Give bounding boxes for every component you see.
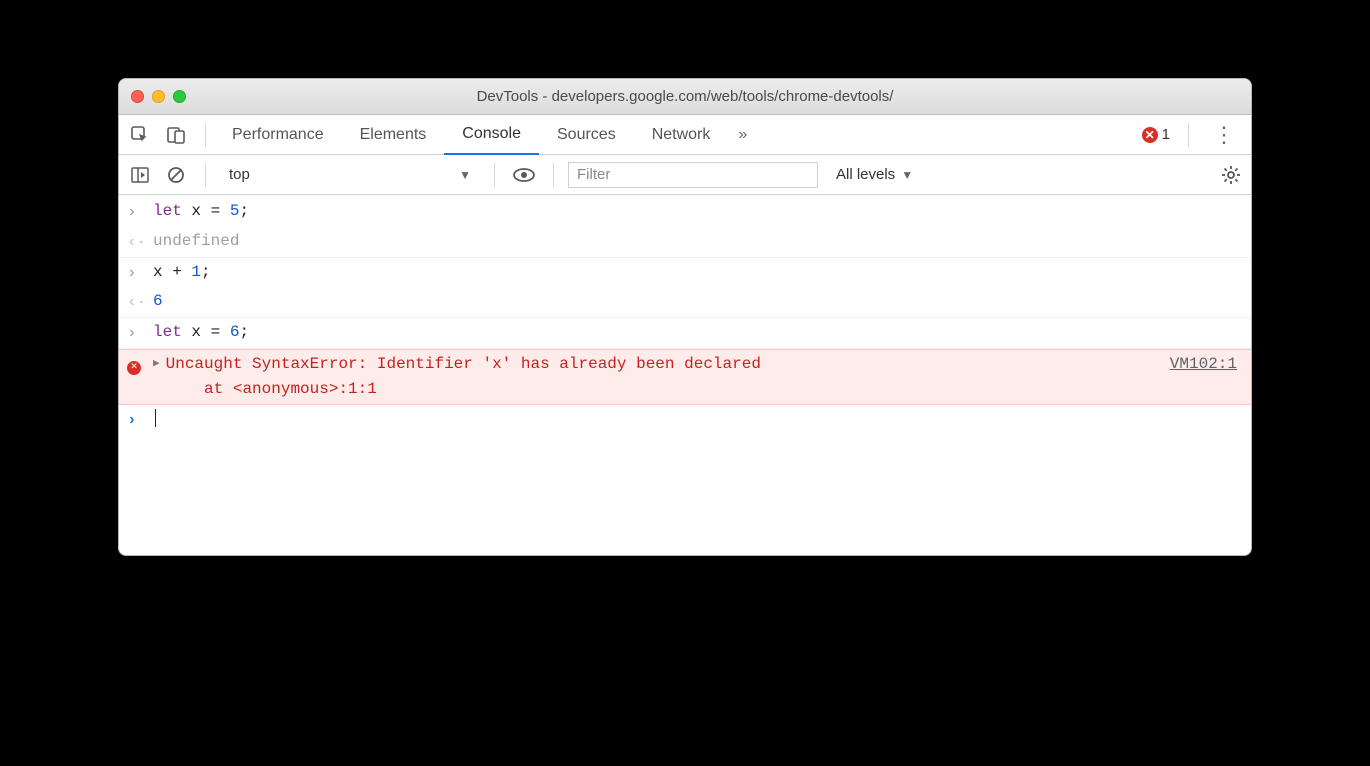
output-chevron-icon: ‹· xyxy=(127,289,153,315)
separator xyxy=(553,163,554,187)
window-title: DevTools - developers.google.com/web/too… xyxy=(119,88,1251,105)
titlebar: DevTools - developers.google.com/web/too… xyxy=(119,79,1251,115)
separator xyxy=(1188,123,1189,147)
console-input-line: › let x = 5; xyxy=(119,197,1251,227)
log-levels-dropdown[interactable]: All levels ▼ xyxy=(824,166,913,183)
input-chevron-icon: › xyxy=(127,320,153,346)
close-icon[interactable] xyxy=(131,90,144,103)
console-output-line: ‹· undefined xyxy=(119,227,1251,258)
filter-input[interactable] xyxy=(568,162,818,188)
expand-error-icon[interactable]: ▶ xyxy=(153,352,160,402)
error-count-badge[interactable]: ✕ 1 xyxy=(1142,126,1170,143)
context-selector[interactable]: top ▼ xyxy=(220,161,480,189)
live-expression-icon[interactable] xyxy=(509,160,539,190)
tab-label: Console xyxy=(462,125,521,143)
separator xyxy=(494,163,495,187)
console-result: undefined xyxy=(153,229,1237,254)
separator xyxy=(205,123,206,147)
context-value: top xyxy=(229,166,250,183)
console-output-line: ‹· 6 xyxy=(119,287,1251,318)
tab-label: Network xyxy=(652,126,711,144)
panel-tabs: Performance Elements Console Sources Net… xyxy=(119,115,1251,155)
console-error-line: ✕ ▶ Uncaught SyntaxError: Identifier 'x'… xyxy=(119,349,1251,405)
error-count: 1 xyxy=(1162,126,1170,143)
console-toolbar: top ▼ All levels ▼ xyxy=(119,155,1251,195)
console-prompt[interactable]: › xyxy=(119,405,1251,435)
error-icon: ✕ xyxy=(127,361,141,375)
tab-performance[interactable]: Performance xyxy=(214,115,342,155)
console-input[interactable] xyxy=(153,407,1237,432)
kebab-menu-icon[interactable]: ⋮ xyxy=(1207,122,1241,148)
inspect-element-icon[interactable] xyxy=(125,120,155,150)
toggle-sidebar-icon[interactable] xyxy=(125,160,155,190)
tab-sources[interactable]: Sources xyxy=(539,115,634,155)
maximize-icon[interactable] xyxy=(173,90,186,103)
minimize-icon[interactable] xyxy=(152,90,165,103)
output-chevron-icon: ‹· xyxy=(127,229,153,255)
tab-label: Elements xyxy=(360,126,427,144)
input-chevron-icon: › xyxy=(127,199,153,225)
chevron-down-icon: ▼ xyxy=(459,168,471,182)
clear-console-icon[interactable] xyxy=(161,160,191,190)
tab-label: Performance xyxy=(232,126,324,144)
devtools-window: DevTools - developers.google.com/web/too… xyxy=(118,78,1252,556)
tab-label: Sources xyxy=(557,126,616,144)
caret-icon xyxy=(155,409,156,427)
levels-label: All levels xyxy=(836,166,895,183)
settings-icon[interactable] xyxy=(1221,165,1241,185)
error-gutter: ✕ xyxy=(127,352,153,378)
traffic-lights xyxy=(131,90,186,103)
console-input-line: › let x = 6; xyxy=(119,318,1251,349)
error-icon: ✕ xyxy=(1142,127,1158,143)
tab-console[interactable]: Console xyxy=(444,115,539,155)
device-toolbar-icon[interactable] xyxy=(161,120,191,150)
chevron-down-icon: ▼ xyxy=(901,168,913,182)
console-body: › let x = 5; ‹· undefined › x + 1; ‹· 6 … xyxy=(119,195,1251,555)
tab-network[interactable]: Network xyxy=(634,115,729,155)
console-input-line: › x + 1; xyxy=(119,258,1251,288)
console-code: x + 1; xyxy=(153,260,1237,285)
more-tabs-icon[interactable]: » xyxy=(728,126,757,144)
input-chevron-icon: › xyxy=(127,260,153,286)
console-code: let x = 6; xyxy=(153,320,1237,345)
prompt-chevron-icon: › xyxy=(127,407,153,433)
console-code: let x = 5; xyxy=(153,199,1237,224)
separator xyxy=(205,163,206,187)
error-source-link[interactable]: VM102:1 xyxy=(1170,352,1237,402)
console-result: 6 xyxy=(153,289,1237,314)
tab-elements[interactable]: Elements xyxy=(342,115,445,155)
error-message: Uncaught SyntaxError: Identifier 'x' has… xyxy=(166,352,1148,402)
